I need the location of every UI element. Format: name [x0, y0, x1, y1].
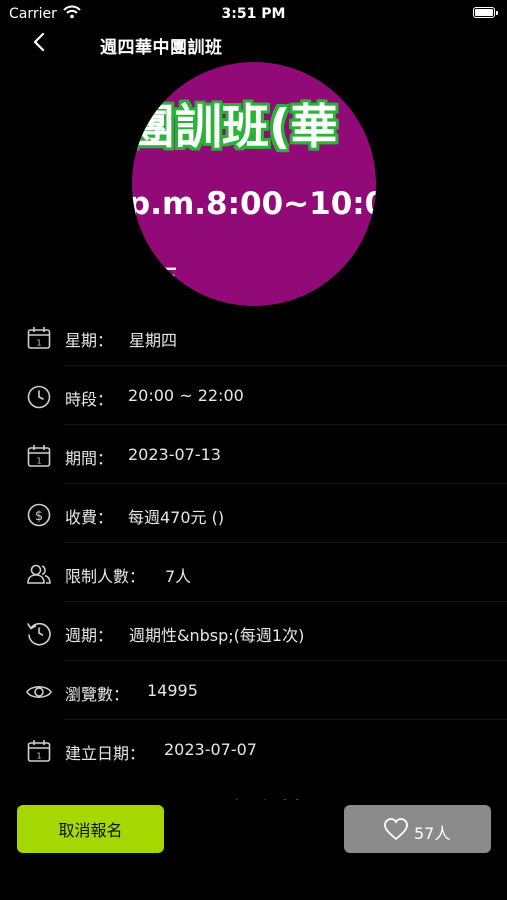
info-value: 2023-07-07: [164, 740, 257, 759]
info-label: 週期：: [65, 626, 114, 645]
calendar-icon: 1: [27, 740, 51, 762]
dollar-icon: $: [27, 503, 51, 527]
info-value: 14995: [147, 681, 198, 700]
info-row-fee: $ 收費： 每週470元 (): [0, 484, 507, 543]
svg-text:1: 1: [36, 752, 41, 761]
info-value: 2023-07-13: [128, 445, 221, 464]
battery-icon: [473, 7, 498, 18]
info-row-period: 1 期間： 2023-07-13: [0, 425, 507, 484]
info-row-created-date: 1 建立日期： 2023-07-07: [0, 720, 507, 779]
like-count: 57人: [414, 824, 451, 843]
recurring-clock-icon: [27, 622, 51, 646]
info-label: 星期：: [65, 331, 114, 350]
info-row-capacity: 限制人數： 7人: [0, 543, 507, 602]
info-row-time: 時段： 20:00 ~ 22:00: [0, 366, 507, 425]
info-value: 7人: [165, 567, 192, 586]
people-icon: [27, 564, 51, 584]
info-value: 20:00 ~ 22:00: [128, 386, 244, 405]
cancel-registration-button[interactable]: 取消報名: [17, 805, 164, 853]
info-value: 每週470元 (): [128, 508, 225, 527]
class-banner-image: 團訓班(華 p.m.8:00~10:00 三: [132, 62, 376, 306]
info-row-weekday: 1 星期： 星期四: [0, 307, 507, 366]
info-label: 建立日期：: [65, 744, 146, 763]
eye-icon: [26, 685, 52, 699]
clock-icon: [27, 385, 51, 409]
info-label: 期間：: [65, 449, 114, 468]
info-value: 週期性&nbsp;(每週1次): [129, 626, 305, 645]
like-button[interactable]: 57人: [344, 805, 491, 853]
info-row-views: 瀏覽數： 14995: [0, 661, 507, 720]
back-chevron-icon[interactable]: [28, 30, 52, 56]
info-row-cycle: 週期： 週期性&nbsp;(每週1次): [0, 602, 507, 661]
banner-time-text: p.m.8:00~10:00: [132, 186, 376, 222]
navigation-bar: 週四華中團訓班: [0, 30, 507, 60]
heart-icon: [384, 818, 408, 841]
bottom-action-bar: 取消報名 57人: [0, 800, 507, 900]
info-value: 星期四: [129, 331, 178, 350]
info-label: 收費：: [65, 508, 114, 527]
info-label: 瀏覽數：: [65, 685, 130, 704]
info-label: 限制人數：: [65, 567, 146, 586]
calendar-icon: 1: [27, 445, 51, 467]
banner-title-text: 團訓班(華: [132, 100, 338, 155]
banner-fragment-text: 三: [158, 264, 178, 288]
svg-text:1: 1: [36, 339, 41, 348]
status-bar: Carrier 3:51 PM: [0, 0, 507, 30]
calendar-icon: 1: [27, 327, 51, 349]
svg-text:$: $: [35, 509, 43, 524]
status-time: 3:51 PM: [221, 6, 286, 22]
page-title: 週四華中團訓班: [100, 38, 223, 58]
svg-text:1: 1: [36, 457, 41, 466]
info-label: 時段：: [65, 390, 114, 409]
